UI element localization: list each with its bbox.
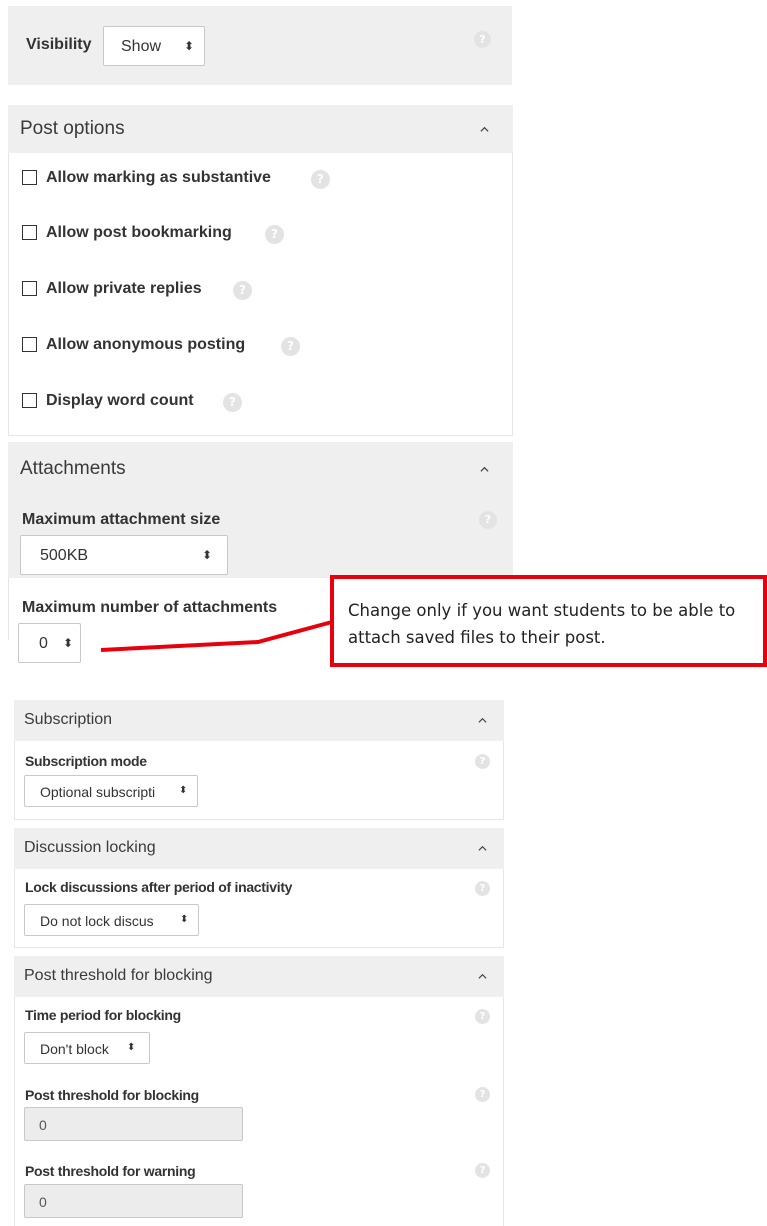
max-size-select[interactable]: 500KB ⬍ (20, 535, 228, 575)
post-option-label: Allow marking as substantive (46, 169, 271, 186)
chevron-up-icon[interactable] (478, 844, 487, 853)
word-count-checkbox[interactable] (22, 393, 37, 408)
chevron-up-icon[interactable] (478, 972, 487, 981)
discussion-locking-header[interactable]: Discussion locking (14, 828, 504, 869)
post-option-label: Allow anonymous posting (46, 336, 246, 353)
lock-discussions-value: Do not lock discus (40, 913, 154, 929)
callout-box: Change only if you want students to be a… (330, 575, 767, 667)
post-option-label: Display word count (46, 392, 194, 409)
subscription-mode-select[interactable]: Optional subscripti ⬍ (24, 775, 198, 807)
lock-discussions-label: Lock discussions after period of inactiv… (25, 879, 293, 895)
post-option-label: Allow post bookmarking (46, 224, 232, 241)
select-updown-icon: ⬍ (127, 1042, 136, 1053)
callout-text: Change only if you want students to be a… (348, 601, 736, 647)
visibility-select[interactable]: Show ⬍ (103, 26, 205, 66)
help-icon[interactable]: ? (475, 1009, 490, 1024)
select-updown-icon: ⬍ (202, 548, 213, 562)
max-number-label: Maximum number of attachments (22, 599, 278, 616)
max-size-label: Maximum attachment size (22, 511, 221, 528)
post-options-header[interactable]: Post options (8, 105, 513, 153)
lock-discussions-select[interactable]: Do not lock discus ⬍ (24, 904, 199, 936)
select-updown-icon: ⬍ (179, 785, 188, 796)
post-options-title: Post options (20, 118, 125, 139)
help-icon[interactable]: ? (479, 511, 497, 529)
attachments-title: Attachments (20, 458, 126, 479)
time-period-label: Time period for blocking (25, 1007, 181, 1023)
max-size-select-value: 500KB (40, 547, 89, 564)
post-options-panel (8, 105, 513, 436)
max-number-select-value: 0 (39, 635, 48, 652)
warn-threshold-value: 0 (39, 1194, 47, 1210)
post-option-label: Allow private replies (46, 280, 202, 297)
select-updown-icon: ⬍ (184, 39, 195, 53)
help-icon[interactable]: ? (474, 31, 491, 48)
subscription-mode-value: Optional subscripti (40, 784, 156, 800)
help-icon[interactable]: ? (475, 1163, 490, 1178)
visibility-label: Visibility (26, 36, 92, 53)
help-icon[interactable]: ? (475, 881, 490, 896)
warn-threshold-label: Post threshold for warning (25, 1163, 196, 1179)
time-period-select[interactable]: Don't block ⬍ (24, 1032, 150, 1064)
subscription-header[interactable]: Subscription (14, 700, 504, 741)
help-icon[interactable]: ? (265, 225, 284, 244)
help-icon[interactable]: ? (475, 754, 490, 769)
warn-threshold-input[interactable]: 0 (24, 1184, 243, 1218)
select-updown-icon: ⬍ (180, 914, 189, 925)
time-period-value: Don't block (40, 1041, 109, 1057)
max-number-select[interactable]: 0 ⬍ (18, 623, 81, 663)
help-icon[interactable]: ? (475, 1087, 490, 1102)
chevron-up-icon[interactable] (480, 465, 489, 474)
visibility-select-value: Show (121, 38, 162, 55)
chevron-up-icon[interactable] (480, 125, 489, 134)
help-icon[interactable]: ? (223, 393, 242, 412)
subscription-title: Subscription (24, 711, 113, 728)
help-icon[interactable]: ? (233, 281, 252, 300)
block-threshold-value: 0 (39, 1117, 47, 1133)
help-icon[interactable]: ? (311, 170, 330, 189)
block-threshold-input[interactable]: 0 (24, 1107, 243, 1141)
post-threshold-title: Post threshold for blocking (24, 967, 213, 984)
private-replies-checkbox[interactable] (22, 281, 37, 296)
subscription-mode-label: Subscription mode (25, 753, 147, 769)
block-threshold-label: Post threshold for blocking (25, 1087, 199, 1103)
chevron-up-icon[interactable] (478, 716, 487, 725)
select-updown-icon: ⬍ (63, 636, 74, 650)
bookmarking-checkbox[interactable] (22, 225, 37, 240)
substantive-checkbox[interactable] (22, 170, 37, 185)
discussion-locking-title: Discussion locking (24, 839, 156, 856)
anonymous-posting-checkbox[interactable] (22, 337, 37, 352)
help-icon[interactable]: ? (281, 337, 300, 356)
post-threshold-header[interactable]: Post threshold for blocking (14, 956, 504, 997)
